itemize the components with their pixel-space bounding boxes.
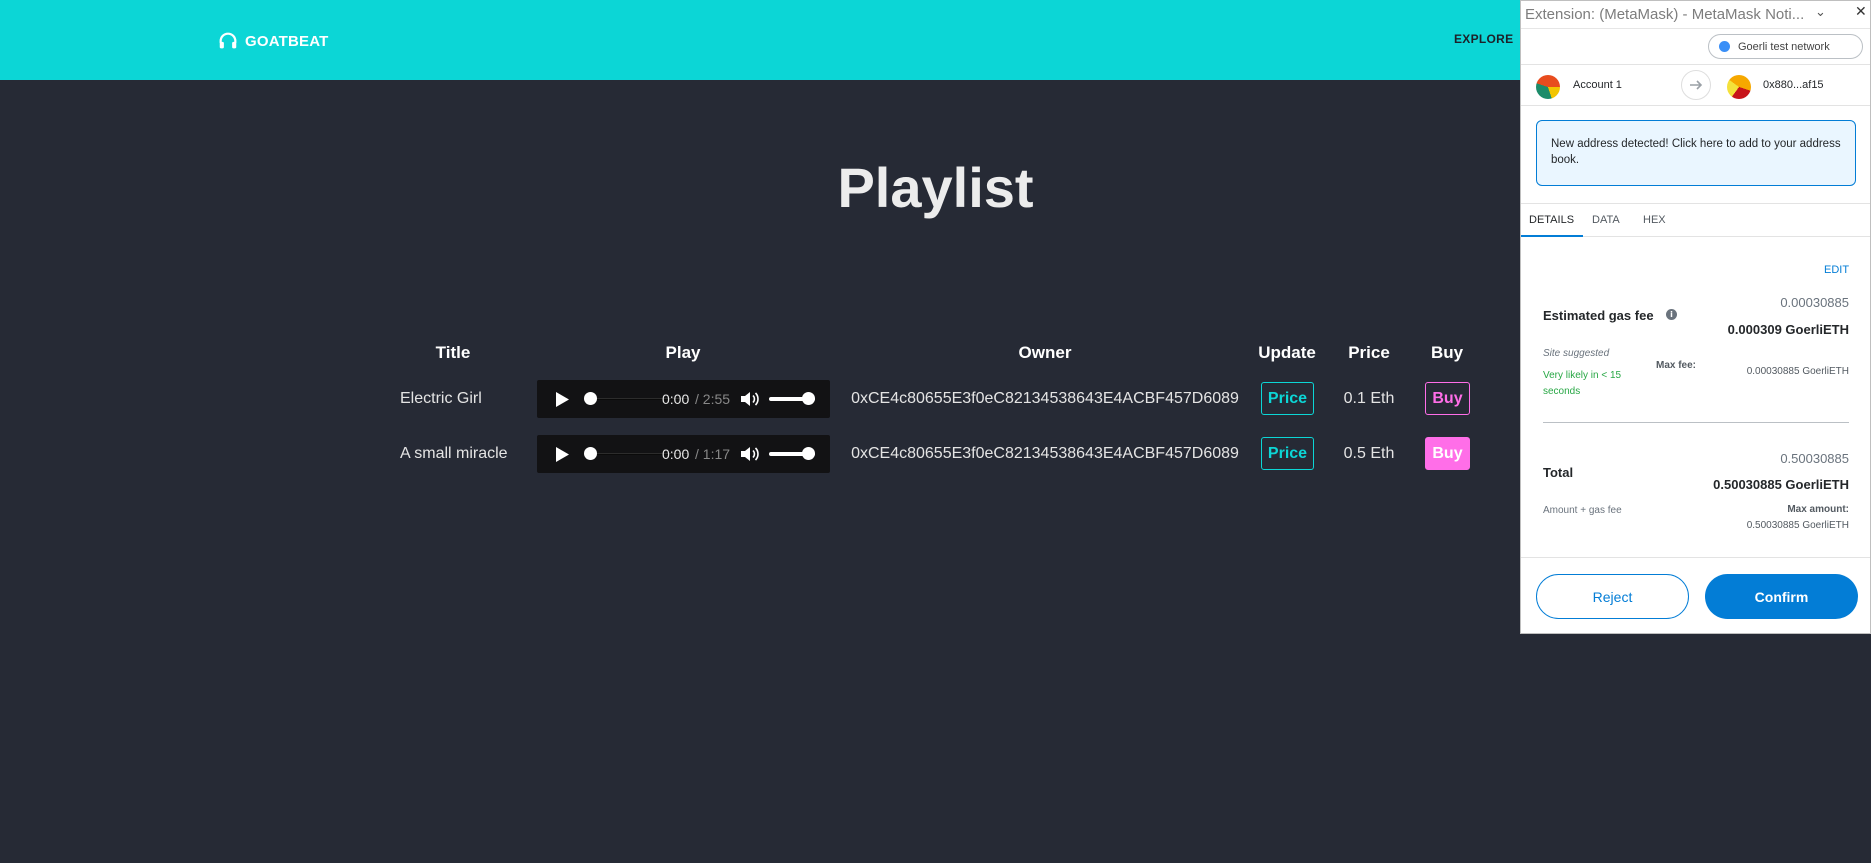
site-suggested-label: Site suggested [1543,348,1610,359]
max-amount-label: Max amount: [1787,504,1849,515]
footer-divider [1521,557,1870,558]
recipient-address[interactable]: 0x880...af15 [1763,79,1824,91]
owner-address: 0xCE4c80655E3f0eC82134538643E4ACBF457D60… [851,445,1239,462]
network-selector[interactable]: Goerli test network [1708,34,1863,59]
play-icon[interactable] [555,392,569,407]
max-fee-label: Max fee: [1655,360,1696,371]
brand-logo[interactable]: GOATBEAT [217,27,329,55]
volume-icon[interactable] [741,446,759,462]
gas-fee-secondary: 0.00030885 [1780,295,1849,310]
column-header-update: Update [1258,343,1316,362]
seek-thumb[interactable] [584,447,597,460]
close-icon[interactable]: ✕ [1855,4,1867,20]
volume-thumb[interactable] [802,392,815,405]
divider [1543,422,1849,423]
track-title: Electric Girl [400,390,482,407]
total-secondary: 0.50030885 [1780,451,1849,466]
play-icon[interactable] [555,447,569,462]
track-price: 0.5 Eth [1343,445,1395,462]
audio-player: 0:00 / 2:55 [537,380,830,418]
brand-name: GOATBEAT [245,32,329,50]
recipient-avatar [1727,75,1751,99]
column-header-play: Play [665,343,701,362]
seek-thumb[interactable] [584,392,597,405]
column-header-price: Price [1348,343,1390,362]
window-titlebar[interactable]: Extension: (MetaMask) - MetaMask Noti...… [1521,1,1870,29]
gas-timing-estimate: Very likely in < 15 seconds [1543,370,1622,397]
info-icon[interactable]: i [1666,309,1677,320]
reject-button[interactable]: Reject [1536,574,1689,619]
buy-button[interactable]: Buy [1425,437,1470,470]
headphones-icon [219,32,237,49]
update-price-button[interactable]: Price [1261,382,1314,415]
total-time: / 1:17 [695,446,731,462]
tab-data[interactable]: DATA [1592,214,1620,226]
owner-address: 0xCE4c80655E3f0eC82134538643E4ACBF457D60… [851,390,1239,407]
track-price: 0.1 Eth [1343,390,1395,407]
confirm-button[interactable]: Confirm [1705,574,1858,619]
column-header-owner: Owner [1018,343,1072,362]
chevron-down-icon[interactable]: ⌄ [1815,5,1826,20]
max-amount-value: 0.50030885 GoerliETH [1746,520,1849,531]
sender-recipient-row: Account 1 0x880...af15 [1521,64,1870,106]
network-status-icon [1719,41,1730,52]
current-time: 0:00 [662,391,690,407]
audio-player: 0:00 / 1:17 [537,435,830,473]
gas-fee-primary: 0.000309 GoerliETH [1727,322,1849,337]
network-name: Goerli test network [1738,40,1830,53]
account-avatar [1536,75,1560,99]
amount-plus-gas-label: Amount + gas fee [1543,505,1622,516]
volume-icon[interactable] [741,391,759,407]
arrow-right-icon [1681,70,1711,100]
metamask-popup: Extension: (MetaMask) - MetaMask Noti...… [1520,0,1871,634]
edit-gas-button[interactable]: EDIT [1824,264,1849,276]
max-fee-value: 0.00030885 GoerliETH [1746,366,1849,377]
new-address-notice[interactable]: New address detected! Click here to add … [1536,120,1856,186]
column-header-buy: Buy [1430,343,1464,362]
total-label: Total [1543,465,1574,480]
update-price-button[interactable]: Price [1261,437,1314,470]
total-primary: 0.50030885 GoerliETH [1713,477,1849,492]
active-tab-indicator [1521,235,1583,237]
volume-thumb[interactable] [802,447,815,460]
column-header-title: Title [435,343,471,362]
current-time: 0:00 [662,446,690,462]
gas-fee-label: Estimated gas fee [1543,308,1654,323]
buy-button[interactable]: Buy [1425,382,1470,415]
track-title: A small miracle [400,445,508,462]
total-time: / 2:55 [695,391,731,407]
sender-account[interactable]: Account 1 [1573,79,1622,91]
tab-hex[interactable]: HEX [1643,214,1666,226]
tab-bar: DETAILS DATA HEX [1521,203,1870,237]
nav-explore-link[interactable]: EXPLORE [1454,32,1513,46]
window-title: Extension: (MetaMask) - MetaMask Noti... [1525,6,1805,23]
tab-details[interactable]: DETAILS [1529,214,1574,226]
